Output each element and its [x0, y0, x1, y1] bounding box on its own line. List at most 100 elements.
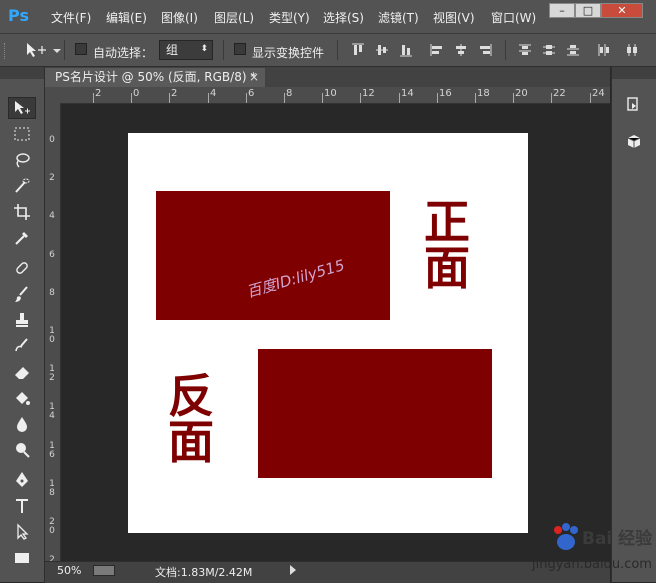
menu-file[interactable]: 文件(F)	[51, 9, 91, 26]
ruler-left-label: 1 8	[49, 479, 55, 498]
ruler-tick	[246, 93, 247, 103]
menu-type[interactable]: 类型(Y)	[269, 9, 310, 26]
path-selection-tool[interactable]	[8, 521, 36, 543]
right-panel-grip[interactable]	[612, 67, 656, 79]
clone-stamp-tool[interactable]	[8, 309, 36, 331]
minimize-button[interactable]: –	[549, 3, 575, 18]
show-transform-checkbox[interactable]	[234, 43, 246, 55]
water-drop-icon	[17, 417, 27, 432]
ruler-left-label: 1 6	[49, 441, 55, 460]
menu-view[interactable]: 视图(V)	[433, 9, 475, 26]
crop-tool[interactable]	[8, 201, 36, 223]
auto-select-target-dropdown[interactable]: 组 ⬍	[159, 40, 213, 60]
tool-preset-picker[interactable]	[24, 41, 64, 59]
restore-button[interactable]: □	[575, 3, 601, 18]
paint-bucket-icon	[16, 392, 30, 405]
document-tab[interactable]: PS名片设计 @ 50% (反面, RGB/8) * ×	[45, 68, 265, 87]
photoshop-logo: Ps	[8, 6, 29, 25]
align-vertical-center-icon[interactable]	[375, 43, 389, 57]
menu-layer[interactable]: 图层(L)	[214, 9, 254, 26]
paint-bucket-tool[interactable]	[8, 387, 36, 409]
baidu-url-text: jingyan.baidu.com	[532, 557, 652, 572]
eraser-tool[interactable]	[8, 361, 36, 383]
horizontal-ruler[interactable]: 2 0 2 4 6 8 10 12 14 16 18 20 22 24	[60, 87, 610, 104]
close-window-button[interactable]: ✕	[601, 3, 643, 18]
stamp-icon	[16, 313, 28, 327]
ruler-left-label: 4	[49, 211, 55, 221]
move-tool[interactable]	[8, 97, 36, 119]
ruler-top-label: 10	[324, 88, 337, 99]
ruler-top-label: 6	[248, 88, 255, 99]
ruler-tick	[551, 93, 552, 103]
dodge-tool[interactable]	[8, 439, 36, 461]
ruler-top-label: 2	[95, 88, 102, 99]
brush-tool[interactable]	[8, 283, 36, 305]
ruler-tick	[322, 93, 323, 103]
tools-panel-grip[interactable]	[0, 67, 44, 79]
status-info-icon[interactable]	[93, 565, 115, 576]
document-canvas[interactable]: 正面 反面	[128, 133, 528, 533]
rectangle-shape-icon	[15, 553, 29, 563]
marquee-tool[interactable]	[8, 123, 36, 145]
options-bar: 自动选择： 组 ⬍ 显示变换控件	[0, 34, 656, 67]
history-brush-tool[interactable]	[8, 335, 36, 357]
ruler-tick	[131, 93, 132, 103]
zoom-level[interactable]: 50%	[57, 564, 81, 577]
options-grip	[4, 43, 8, 59]
distribute-left-icon[interactable]	[597, 43, 611, 57]
ruler-tick	[399, 93, 400, 103]
distribute-top-icon[interactable]	[518, 43, 532, 57]
front-card-shape[interactable]	[156, 191, 390, 320]
document-tab-title: PS名片设计 @ 50% (反面, RGB/8) *	[55, 70, 257, 84]
show-transform-label: 显示变换控件	[252, 46, 325, 60]
pen-tool[interactable]	[8, 469, 36, 491]
lasso-tool[interactable]	[8, 149, 36, 171]
baidu-jingyan-watermark: Bai 经验 jingyan.baidu.com	[530, 520, 652, 578]
ruler-top-label: 4	[210, 88, 217, 99]
rectangular-marquee-icon	[14, 127, 30, 141]
distribute-vertical-center-icon[interactable]	[542, 43, 556, 57]
status-menu-arrow-icon[interactable]	[290, 565, 296, 575]
history-icon	[627, 97, 638, 111]
back-card-shape[interactable]	[258, 349, 492, 478]
align-right-icon[interactable]	[478, 43, 492, 57]
front-label-text[interactable]: 正面	[424, 199, 472, 291]
text-t-icon	[16, 499, 28, 513]
ruler-origin[interactable]	[45, 87, 60, 103]
auto-select-target-value: 组	[166, 43, 179, 57]
vertical-ruler[interactable]: 024681 01 21 41 61 82 02 2	[45, 103, 61, 561]
menu-bar: Ps 文件(F) 编辑(E) 图像(I) 图层(L) 类型(Y) 选择(S) 滤…	[0, 0, 656, 34]
blur-tool[interactable]	[8, 413, 36, 435]
quick-selection-tool[interactable]	[8, 175, 36, 197]
magnifier-dodge-icon	[16, 443, 30, 458]
align-bottom-icon[interactable]	[399, 43, 413, 57]
ruler-left-label: 6	[49, 250, 55, 260]
ruler-left-label: 1 2	[49, 364, 55, 383]
history-panel-button[interactable]	[620, 92, 648, 118]
distribute-bottom-icon[interactable]	[566, 43, 580, 57]
menu-window[interactable]: 窗口(W)	[491, 9, 536, 26]
align-horizontal-center-icon[interactable]	[454, 43, 468, 57]
auto-select-checkbox[interactable]	[75, 43, 87, 55]
menu-image[interactable]: 图像(I)	[161, 9, 198, 26]
align-left-icon[interactable]	[430, 43, 444, 57]
separator	[64, 40, 65, 60]
menu-select[interactable]: 选择(S)	[323, 9, 364, 26]
ruler-tick	[284, 93, 285, 103]
tools-panel	[0, 67, 45, 582]
ruler-left-label: 2	[49, 173, 55, 183]
eyedropper-tool[interactable]	[8, 227, 36, 249]
rectangle-tool[interactable]	[8, 547, 36, 569]
distribute-horizontal-center-icon[interactable]	[625, 43, 639, 57]
ruler-left-label: 2 0	[49, 517, 55, 536]
ruler-left-label: 8	[49, 288, 55, 298]
align-top-icon[interactable]	[351, 43, 365, 57]
ruler-top-label: 14	[401, 88, 414, 99]
menu-filter[interactable]: 滤镜(T)	[378, 9, 419, 26]
tab-close-icon[interactable]: ×	[249, 68, 259, 87]
menu-edit[interactable]: 编辑(E)	[106, 9, 147, 26]
healing-brush-tool[interactable]	[8, 257, 36, 279]
properties-panel-button[interactable]	[620, 129, 648, 155]
back-label-text[interactable]: 反面	[168, 373, 216, 465]
type-tool[interactable]	[8, 495, 36, 517]
